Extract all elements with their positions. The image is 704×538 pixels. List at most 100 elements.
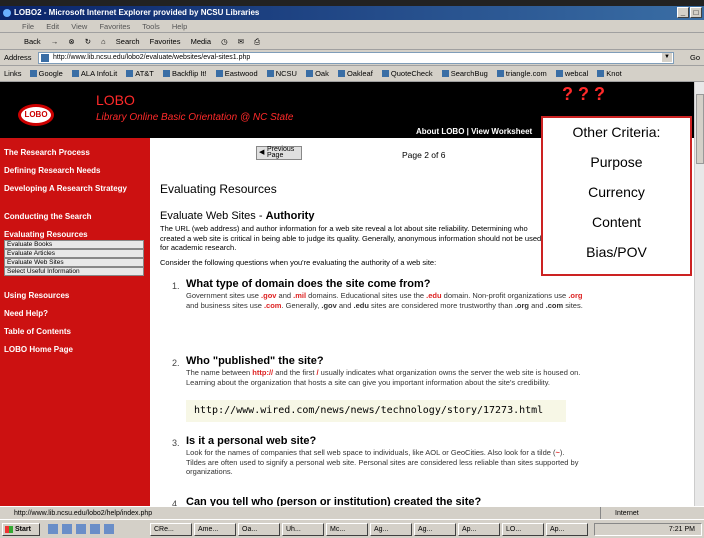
taskbar-item[interactable]: Ag... [414,523,456,536]
nav-need-help[interactable]: Need Help? [4,309,148,319]
question-number: 2. [172,358,180,368]
links-bar: Links Google ALA InfoLit AT&T Backflip I… [0,66,704,82]
taskbar: Start CRe... Ame... Oa... Uh... Mc... Ag… [0,519,704,538]
question-1-title: What type of domain does the site come f… [186,278,431,290]
link-backflip[interactable]: Backflip It! [163,69,207,78]
taskbar-item[interactable]: CRe... [150,523,192,536]
menu-file[interactable]: File [22,22,34,31]
link-webcal[interactable]: webcal [556,69,588,78]
nav-using-resources[interactable]: Using Resources [4,291,148,301]
subnav-evaluate-web-sites[interactable]: Evaluate Web Sites [4,258,144,267]
example-url: http://www.wired.com/news/news/technolog… [186,400,566,422]
link-searchbug[interactable]: SearchBug [442,69,488,78]
link-eastwood[interactable]: Eastwood [216,69,258,78]
refresh-icon[interactable]: ↻ [85,37,91,46]
mail-icon[interactable]: ✉ [238,37,244,46]
question-number: 1. [172,281,180,291]
address-bar: Address http://www.lib.ncsu.edu/lobo2/ev… [0,50,704,66]
consider-paragraph: Consider the following questions when yo… [160,258,437,267]
quicklaunch-folder-icon[interactable] [90,524,100,534]
page-icon [41,54,49,62]
link-oak[interactable]: Oak [306,69,329,78]
taskbar-item[interactable]: Oa... [238,523,280,536]
page-indicator: Page 2 of 6 [402,150,446,160]
menu-tools[interactable]: Tools [142,22,160,31]
nav-conducting-search[interactable]: Conducting the Search [4,212,148,222]
maximize-button[interactable]: □ [690,7,702,18]
print-icon[interactable]: ⎙ [254,37,260,46]
lobo-logo[interactable]: LOBO [18,104,54,126]
header-links[interactable]: About LOBO | View Worksheet [416,127,532,136]
links-label: Links [4,69,22,78]
address-input[interactable]: http://www.lib.ncsu.edu/lobo2/evaluate/w… [38,52,674,64]
search-button[interactable]: Search [116,37,140,46]
criteria-content: Content [591,214,642,230]
link-att[interactable]: AT&T [126,69,154,78]
menu-help[interactable]: Help [172,22,187,31]
address-dropdown-icon[interactable]: ▼ [662,53,672,62]
criteria-purpose: Purpose [590,154,643,170]
vertical-scrollbar[interactable] [694,82,704,506]
home-icon[interactable]: ⌂ [101,37,106,46]
menu-edit[interactable]: Edit [46,22,59,31]
taskbar-item[interactable]: Ag... [370,523,412,536]
nav-developing-strategy[interactable]: Developing A Research Strategy [4,184,148,194]
favorites-button[interactable]: Favorites [150,37,181,46]
question-number: 3. [172,438,180,448]
menu-favorites[interactable]: Favorites [99,22,130,31]
link-ncsu[interactable]: NCSU [267,69,297,78]
nav-research-process[interactable]: The Research Process [4,148,148,158]
taskbar-item[interactable]: Ap... [458,523,500,536]
go-button[interactable]: Go [690,50,700,66]
link-knot[interactable]: Knot [597,69,621,78]
back-button[interactable]: Back [24,37,41,46]
question-4-title: Can you tell who (person or institution)… [186,496,482,506]
question-3-title: Is it a personal web site? [186,435,317,447]
quicklaunch-ie-icon[interactable] [62,524,72,534]
site-subtitle: Library Online Basic Orientation @ NC St… [96,112,294,123]
window-title: LOBO2 - Microsoft Internet Explorer prov… [14,8,260,17]
link-triangle[interactable]: triangle.com [497,69,547,78]
subnav-evaluate-articles[interactable]: Evaluate Articles [4,249,144,258]
nav-evaluating-resources[interactable]: Evaluating Resources [4,230,148,240]
menu-view[interactable]: View [71,22,87,31]
taskbar-item[interactable]: Ap... [546,523,588,536]
section-heading: Evaluate Web Sites - Authority [160,210,314,222]
question-number: 4. [172,499,180,506]
quicklaunch-desktop-icon[interactable] [48,524,58,534]
question-2-title: Who "published" the site? [186,355,324,367]
section-heading-prefix: Evaluate Web Sites - [160,210,266,222]
start-button[interactable]: Start [2,523,40,536]
stop-icon[interactable]: ⊗ [68,37,74,46]
toolbar: Back → ⊗ ↻ ⌂ Search Favorites Media ◷ ✉ … [0,33,704,50]
media-button[interactable]: Media [191,37,211,46]
taskbar-item[interactable]: LO... [502,523,544,536]
nav-lobo-home[interactable]: LOBO Home Page [4,345,148,355]
history-icon[interactable]: ◷ [221,37,228,46]
link-oakleaf[interactable]: Oakleaf [338,69,373,78]
quicklaunch-app-icon[interactable] [104,524,114,534]
previous-page-button[interactable]: ◀ Previous Page [256,146,302,160]
taskbar-item[interactable]: Uh... [282,523,324,536]
subnav-select-useful-information[interactable]: Select Useful Information [4,267,144,276]
intro-paragraph: The URL (web address) and author informa… [160,224,542,252]
page-heading: Evaluating Resources [160,182,277,196]
criteria-bias-pov: Bias/POV [586,244,647,260]
subnav-evaluate-books[interactable]: Evaluate Books [4,240,144,249]
link-google[interactable]: Google [30,69,63,78]
question-3-text: Look for the names of companies that sel… [186,448,579,476]
question-1-text: Government sites use .gov and .mil domai… [186,291,583,310]
forward-icon[interactable]: → [51,37,59,46]
taskbar-item[interactable]: Ame... [194,523,236,536]
site-title: LOBO [96,92,135,108]
minimize-button[interactable]: _ [677,7,689,18]
nav-defining-research-needs[interactable]: Defining Research Needs [4,166,148,176]
scrollbar-thumb[interactable] [696,94,704,164]
nav-table-of-contents[interactable]: Table of Contents [4,327,148,337]
link-quotecheck[interactable]: QuoteCheck [382,69,433,78]
address-label: Address [4,53,32,62]
taskbar-item[interactable]: Mc... [326,523,368,536]
quicklaunch-outlook-icon[interactable] [76,524,86,534]
left-arrow-icon: ◀ [259,149,265,156]
link-ala-infolit[interactable]: ALA InfoLit [72,69,117,78]
